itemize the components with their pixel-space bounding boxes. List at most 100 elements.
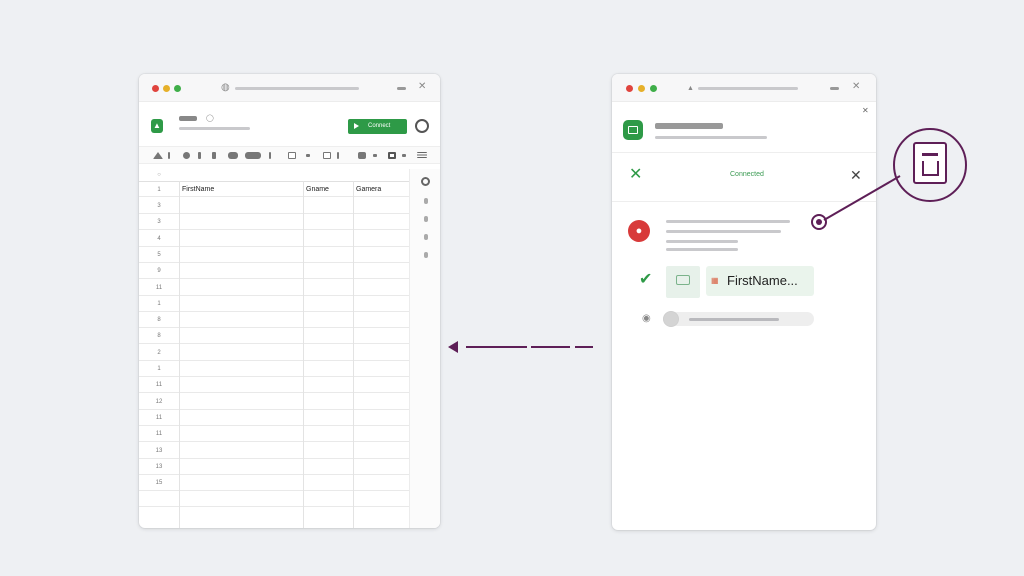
spreadsheet-grid: ○ 1 FirstName Gname Gamera 3 3 4 5 9 11 1 8 8 2 1 1… bbox=[139, 169, 409, 528]
align-icon[interactable] bbox=[358, 152, 366, 159]
row-number[interactable]: 13 bbox=[139, 443, 179, 459]
row-number[interactable]: 13 bbox=[139, 459, 179, 475]
row-number[interactable]: 8 bbox=[139, 328, 179, 344]
minimize-window-button[interactable] bbox=[163, 85, 170, 92]
toggle-label bbox=[689, 318, 779, 321]
lock-icon: ▲ bbox=[687, 85, 694, 92]
image-icon bbox=[676, 275, 690, 285]
chevron-down-icon[interactable] bbox=[306, 154, 310, 157]
connection-status: Connected bbox=[730, 171, 764, 178]
column-header-b[interactable] bbox=[303, 169, 353, 181]
row-number[interactable]: 1 bbox=[139, 182, 179, 198]
corner-cell: ○ bbox=[157, 172, 161, 178]
titlebar: ◍ ✕ bbox=[139, 74, 440, 102]
message-line bbox=[666, 240, 738, 243]
bold-icon[interactable] bbox=[198, 152, 201, 159]
toggle-knob[interactable] bbox=[663, 311, 679, 327]
extension-window: ▲ ✕ ✕ ✕ Connected ✕ ● ✔ ▦ FirstName... ◉ bbox=[612, 74, 876, 530]
lock-icon: ◉ bbox=[642, 313, 651, 324]
link-icon[interactable] bbox=[228, 152, 238, 159]
menu-icon[interactable] bbox=[417, 152, 427, 158]
close-window-button[interactable] bbox=[152, 85, 159, 92]
row-number[interactable]: 3 bbox=[139, 198, 179, 214]
row-number[interactable]: 8 bbox=[139, 312, 179, 328]
divider bbox=[269, 152, 271, 159]
divider bbox=[337, 152, 339, 159]
row-number[interactable]: 3 bbox=[139, 214, 179, 230]
minimize-window-button[interactable] bbox=[638, 85, 645, 92]
row-number[interactable]: 11 bbox=[139, 426, 179, 442]
row-number[interactable]: 11 bbox=[139, 280, 179, 296]
column-header-a[interactable] bbox=[179, 169, 303, 181]
toggle-slider[interactable] bbox=[663, 311, 814, 327]
extension-app-icon bbox=[623, 120, 643, 140]
merge-icon[interactable] bbox=[323, 152, 331, 159]
lock-icon: ◍ bbox=[221, 82, 230, 93]
row-number[interactable]: 15 bbox=[139, 475, 179, 491]
grid-line bbox=[303, 181, 304, 528]
divider bbox=[168, 152, 170, 159]
sheets-app-icon: ▲ bbox=[151, 119, 163, 133]
close-icon[interactable]: ✕ bbox=[852, 82, 860, 92]
italic-icon[interactable] bbox=[212, 152, 216, 159]
side-icon[interactable] bbox=[424, 216, 428, 222]
close-icon[interactable]: ✕ bbox=[418, 82, 426, 92]
row-number[interactable]: 4 bbox=[139, 231, 179, 247]
wrap-icon[interactable] bbox=[388, 152, 396, 159]
grid-line bbox=[353, 181, 354, 528]
field-icon: ▦ bbox=[711, 276, 719, 285]
maximize-window-button[interactable] bbox=[650, 85, 657, 92]
panel-close-icon[interactable]: ✕ bbox=[862, 106, 869, 116]
text-color-icon[interactable] bbox=[153, 152, 163, 159]
magnifier-callout bbox=[893, 128, 967, 202]
format-toolbar bbox=[139, 146, 440, 164]
maximize-window-button[interactable] bbox=[174, 85, 181, 92]
row-number[interactable]: 12 bbox=[139, 394, 179, 410]
message-line bbox=[666, 230, 781, 233]
extension-subtitle bbox=[655, 136, 767, 139]
row-number[interactable] bbox=[139, 491, 179, 507]
chevron-down-icon[interactable] bbox=[402, 154, 406, 157]
row-number[interactable]: 2 bbox=[139, 345, 179, 361]
row-number[interactable]: 5 bbox=[139, 247, 179, 263]
row-number[interactable]: 11 bbox=[139, 410, 179, 426]
cell-gname[interactable]: Gname bbox=[303, 182, 353, 198]
refresh-icon[interactable] bbox=[421, 177, 430, 186]
arrow-left-icon bbox=[448, 341, 593, 353]
extension-title bbox=[655, 123, 723, 129]
connect-button[interactable]: Connect bbox=[348, 119, 407, 134]
address-bar[interactable] bbox=[235, 87, 359, 90]
cell-firstname[interactable]: FirstName bbox=[179, 182, 303, 198]
close-window-button[interactable] bbox=[626, 85, 633, 92]
check-icon: ✔ bbox=[639, 271, 653, 288]
column-header-c[interactable] bbox=[353, 169, 409, 181]
account-icon[interactable] bbox=[415, 119, 429, 133]
border-icon[interactable] bbox=[288, 152, 296, 159]
field-chip-label: FirstName... bbox=[727, 273, 798, 288]
comment-icon[interactable] bbox=[245, 152, 261, 159]
play-icon bbox=[354, 123, 359, 129]
cell-gamera[interactable]: Gamera bbox=[353, 182, 409, 198]
connect-button-label: Connect bbox=[368, 123, 391, 129]
row-number[interactable]: 1 bbox=[139, 296, 179, 312]
document-icon bbox=[913, 142, 947, 184]
document-subtitle bbox=[179, 127, 250, 130]
minimize-icon[interactable] bbox=[397, 87, 406, 90]
row-number[interactable]: 11 bbox=[139, 377, 179, 393]
message-line bbox=[666, 248, 738, 251]
side-icon[interactable] bbox=[424, 198, 428, 204]
fill-icon[interactable] bbox=[183, 152, 190, 159]
row-number[interactable]: 1 bbox=[139, 361, 179, 377]
side-icon[interactable] bbox=[424, 252, 428, 258]
field-chip[interactable]: ▦ FirstName... bbox=[706, 266, 814, 296]
message-line bbox=[666, 220, 790, 223]
close-icon[interactable]: ✕ bbox=[629, 167, 642, 183]
minimize-icon[interactable] bbox=[830, 87, 839, 90]
star-icon[interactable]: ◯ bbox=[206, 114, 214, 124]
row-number[interactable]: 9 bbox=[139, 263, 179, 279]
grid-line bbox=[179, 181, 180, 528]
side-icon[interactable] bbox=[424, 234, 428, 240]
field-thumbnail[interactable] bbox=[666, 266, 700, 298]
chevron-down-icon[interactable] bbox=[373, 154, 377, 157]
address-bar[interactable] bbox=[698, 87, 798, 90]
